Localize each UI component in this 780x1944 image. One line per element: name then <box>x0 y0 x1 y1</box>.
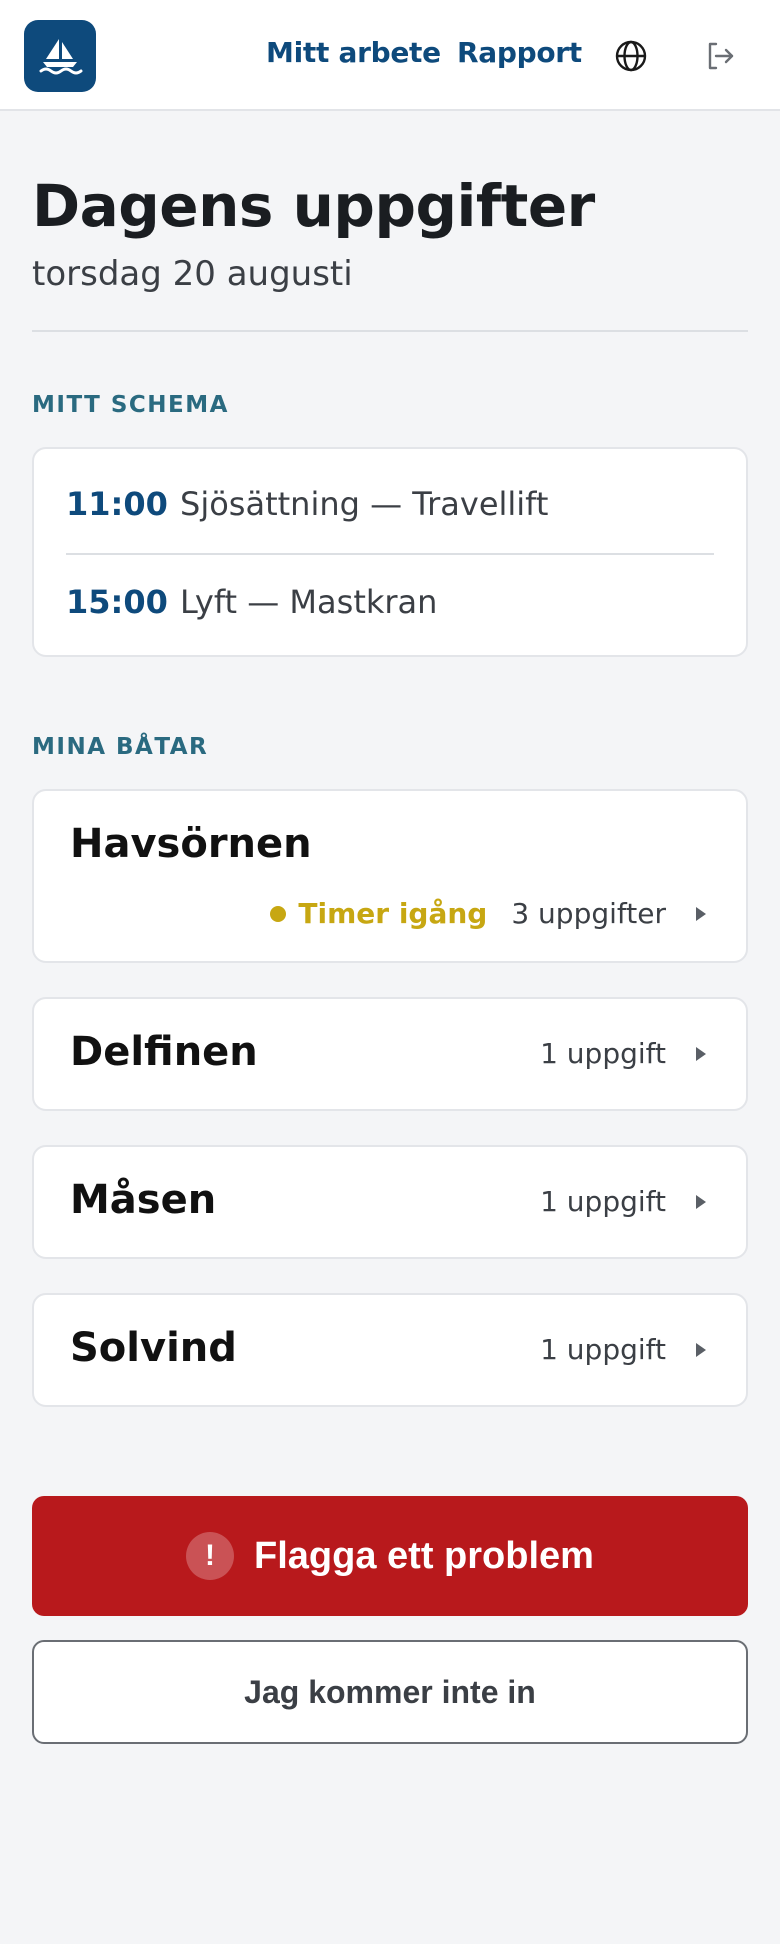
cant-enter-button[interactable]: Jag kommer inte in <box>32 1640 748 1744</box>
globe-icon[interactable] <box>613 36 649 76</box>
boat-meta: Timer igång 3 uppgifter <box>270 897 706 930</box>
boats-section-label: MINA BÅTAR <box>32 734 209 760</box>
nav-link-my-work[interactable]: Mitt arbete <box>266 36 441 69</box>
chevron-right-icon <box>696 1342 706 1357</box>
boat-meta: 1 uppgift <box>540 1333 706 1366</box>
schedule-item: 11:00 Sjösättning — Travellift <box>66 455 714 553</box>
schedule-item: 15:00 Lyft — Mastkran <box>66 553 714 651</box>
flag-problem-button[interactable]: ! Flagga ett problem <box>32 1496 748 1616</box>
task-count: 3 uppgifter <box>511 897 666 930</box>
task-count: 1 uppgift <box>540 1333 666 1366</box>
boat-card-masen[interactable]: Måsen 1 uppgift <box>32 1145 748 1259</box>
schedule-time: 15:00 <box>66 583 168 621</box>
schedule-card: 11:00 Sjösättning — Travellift 15:00 Lyf… <box>32 447 748 657</box>
sailboat-icon[interactable] <box>24 20 96 92</box>
task-count: 1 uppgift <box>540 1037 666 1070</box>
boat-name: Solvind <box>70 1325 237 1371</box>
boat-meta: 1 uppgift <box>540 1185 706 1218</box>
boat-name: Delfinen <box>70 1029 258 1075</box>
nav-link-report[interactable]: Rapport <box>457 36 582 69</box>
boat-card-solvind[interactable]: Solvind 1 uppgift <box>32 1293 748 1407</box>
boat-name: Havsörnen <box>70 821 312 867</box>
boat-card-delfinen[interactable]: Delfinen 1 uppgift <box>32 997 748 1111</box>
top-bar: Mitt arbete Rapport <box>0 0 780 111</box>
exclamation-icon: ! <box>186 1532 235 1580</box>
page-date: torsdag 20 augusti <box>32 254 353 294</box>
page-title: Dagens uppgifter <box>32 172 595 240</box>
schedule-text: Lyft — Mastkran <box>180 583 438 621</box>
divider <box>32 330 748 332</box>
schedule-text: Sjösättning — Travellift <box>180 485 549 523</box>
flag-problem-label: Flagga ett problem <box>254 1534 594 1577</box>
schedule-time: 11:00 <box>66 485 168 523</box>
boat-meta: 1 uppgift <box>540 1037 706 1070</box>
boat-name: Måsen <box>70 1177 217 1223</box>
chevron-right-icon <box>696 1194 706 1209</box>
chevron-right-icon <box>696 906 706 921</box>
chevron-right-icon <box>696 1046 706 1061</box>
boat-card-havsornen[interactable]: Havsörnen Timer igång 3 uppgifter <box>32 789 748 963</box>
timer-indicator-icon <box>270 905 287 922</box>
task-count: 1 uppgift <box>540 1185 666 1218</box>
cant-enter-label: Jag kommer inte in <box>244 1673 536 1710</box>
logout-icon[interactable] <box>702 36 738 76</box>
schedule-section-label: MITT SCHEMA <box>32 392 229 418</box>
timer-status: Timer igång <box>298 897 488 930</box>
